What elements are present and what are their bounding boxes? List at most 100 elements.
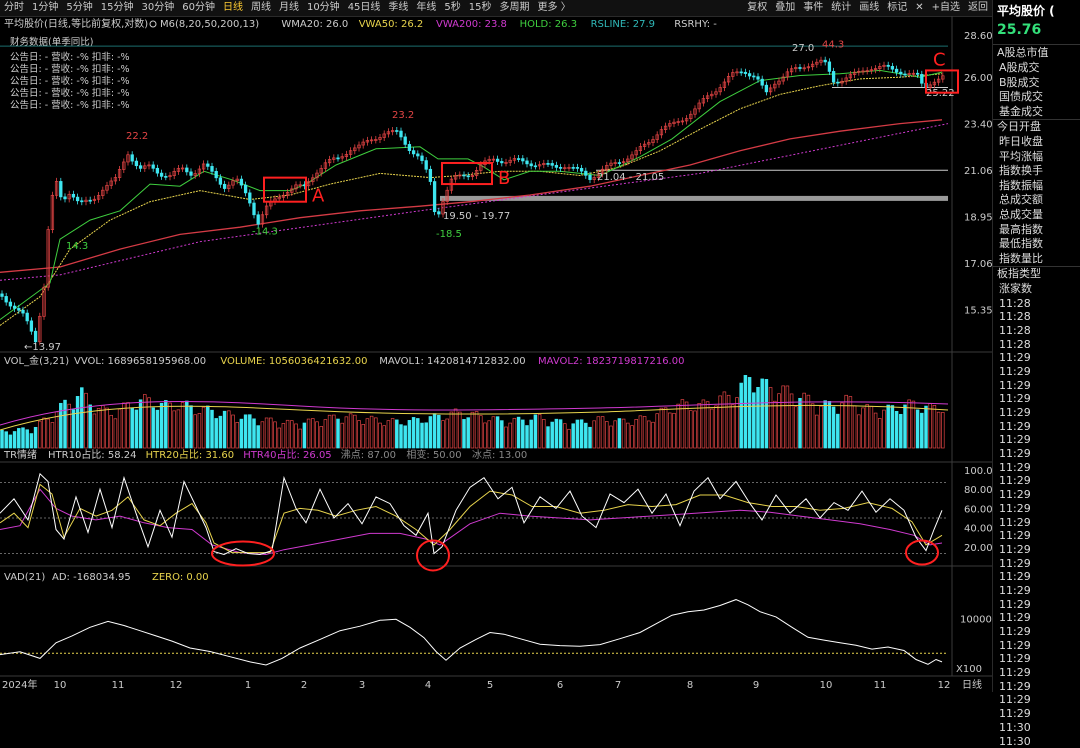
sidebar-item[interactable]: 国债成交 [993, 90, 1080, 105]
volume-bar [450, 412, 453, 448]
volume-bar [265, 418, 268, 448]
volume-bar [908, 400, 911, 448]
volume-header-item: VOLUME: 1056036421632.00 [220, 356, 367, 367]
price-tick-label: 28.60 [964, 31, 992, 42]
volume-bar [320, 426, 323, 448]
sidebar-item[interactable]: 板指类型 [993, 266, 1080, 282]
volume-bar [366, 419, 369, 448]
volume-bar [731, 405, 734, 448]
volume-bar [526, 426, 529, 448]
volume-bar [164, 400, 167, 448]
volume-bar [475, 412, 478, 448]
x-tick-label: 11 [112, 680, 125, 691]
candle-body [257, 215, 260, 224]
x-tick-label: 12 [938, 680, 951, 691]
volume-bar [17, 428, 20, 448]
volume-bar [925, 406, 928, 448]
volume-bar [34, 427, 37, 448]
candle-body [165, 176, 168, 177]
quote-sidebar: 平均股价 ( 25.76 A股总市值 A股成交B股成交国债成交基金成交今日开盘昨… [992, 0, 1080, 692]
annotation-label: C [933, 49, 946, 70]
volume-bar [899, 414, 902, 448]
candle-body [522, 159, 525, 161]
sidebar-item[interactable]: 指数换手 [993, 164, 1080, 179]
volume-bar [811, 404, 814, 448]
sidebar-item[interactable]: 总成交量 [993, 208, 1080, 223]
annotation-label: A [312, 186, 325, 207]
main-header-item: VWA200: 23.8 [436, 19, 507, 30]
candle-body [555, 165, 558, 167]
main-header-item: RSLINE: 27.9 [591, 19, 655, 30]
volume-bar [614, 421, 617, 448]
sidebar-item[interactable]: B股成交 [993, 76, 1080, 91]
sidebar-item[interactable]: A股成交 [993, 61, 1080, 76]
volume-bar [181, 403, 184, 448]
candle-body [89, 200, 92, 201]
volume-bar [883, 410, 886, 448]
volume-bar [597, 417, 600, 448]
volume-bar [118, 409, 121, 448]
candle-body [534, 166, 537, 167]
tick-time: 11:29 [993, 488, 1080, 502]
volume-bar [828, 401, 831, 448]
tr-header-item: 冰点: 13.00 [472, 448, 527, 461]
volume-bar [156, 410, 159, 448]
volume-bar [110, 415, 113, 448]
volume-bar [660, 408, 663, 448]
candle-body [828, 62, 831, 72]
tick-time: 11:29 [993, 598, 1080, 612]
sidebar-item[interactable]: 昨日收盘 [993, 135, 1080, 150]
volume-bar [857, 415, 860, 448]
sidebar-header: A股总市值 [993, 44, 1080, 61]
volume-header-name: VOL_金(3,21) [4, 354, 69, 367]
tick-time: 11:29 [993, 680, 1080, 694]
volume-bar [505, 427, 508, 448]
candle-body [589, 175, 592, 179]
volume-bar [278, 428, 281, 448]
candle-body [404, 137, 407, 144]
sidebar-item[interactable]: 指数振幅 [993, 179, 1080, 194]
volume-bar [442, 421, 445, 448]
volume-bar [131, 408, 134, 448]
tick-time: 11:29 [993, 351, 1080, 365]
sidebar-item[interactable]: 基金成交 [993, 105, 1080, 120]
volume-bar [677, 404, 680, 448]
sidebar-item[interactable]: 指数量比 [993, 252, 1080, 267]
volume-bar [786, 386, 789, 448]
volume-bar [64, 400, 67, 448]
sidebar-item[interactable]: 平均涨幅 [993, 150, 1080, 165]
volume-bar [22, 428, 25, 448]
x-tick-label: 1 [245, 680, 251, 691]
volume-bar [887, 405, 890, 448]
volume-bar [744, 375, 747, 448]
candle-body [13, 306, 16, 308]
candle-body [240, 179, 243, 185]
sidebar-item[interactable]: 最低指数 [993, 237, 1080, 252]
candle-body [501, 161, 504, 162]
sidebar-item[interactable]: 总成交额 [993, 193, 1080, 208]
candle-body [211, 166, 214, 171]
financial-row: 公告日: - 营收: -% 扣非: -% [10, 75, 130, 87]
sidebar-title: 平均股价 ( [993, 0, 1080, 20]
volume-bar [727, 395, 730, 448]
candle-body [1, 294, 4, 297]
volume-bar [13, 431, 16, 448]
volume-bar [710, 409, 713, 448]
volume-bar [362, 424, 365, 448]
sidebar-item[interactable]: 涨家数 [993, 282, 1080, 297]
volume-bar [328, 415, 331, 448]
volume-bar [773, 401, 776, 448]
tick-time: 11:29 [993, 379, 1080, 393]
candle-body [765, 85, 768, 92]
candle-body [425, 161, 428, 170]
htr10-line [0, 474, 942, 555]
sidebar-item[interactable]: 最高指数 [993, 223, 1080, 238]
main-header-name: 平均股价(日线,等比前复权,对数) [4, 17, 148, 30]
sidebar-item[interactable]: 今日开盘 [993, 119, 1080, 135]
financial-row: 公告日: - 营收: -% 扣非: -% [10, 51, 130, 63]
volume-bar [689, 411, 692, 448]
volume-bar [274, 422, 277, 448]
tr-tick-label: 40.00 [964, 524, 992, 535]
main-header-item: WMA20: 26.0 [281, 19, 348, 30]
volume-bar [467, 418, 470, 448]
